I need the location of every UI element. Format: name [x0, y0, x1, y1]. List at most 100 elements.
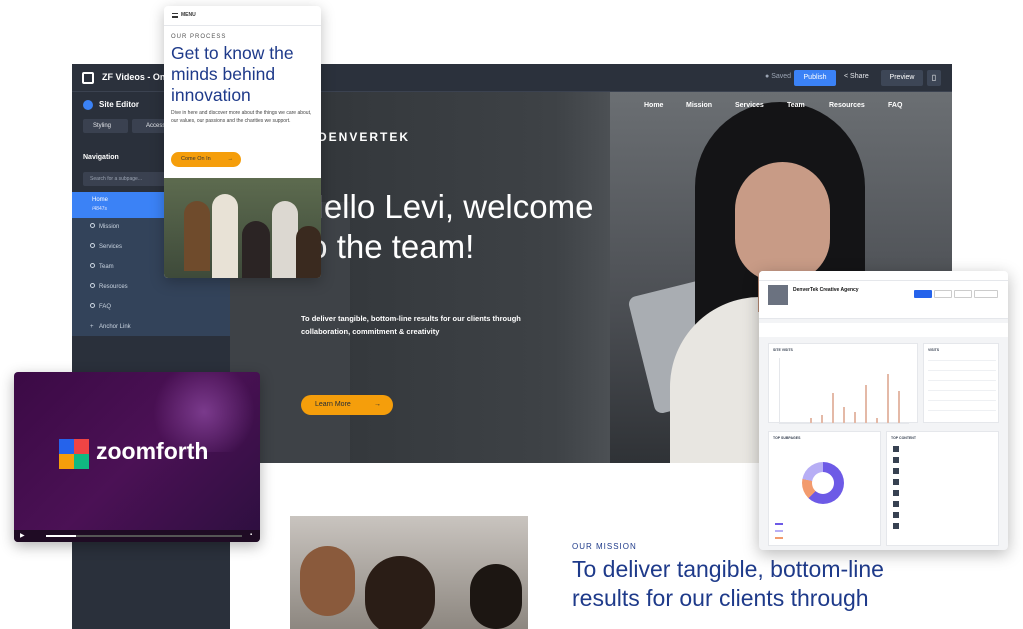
- zoomforth-logo-icon: [59, 439, 89, 469]
- hero-nav-mission[interactable]: Mission: [686, 102, 712, 109]
- site-editor-heading: Site Editor: [99, 100, 140, 109]
- mission-person-3: [470, 564, 522, 629]
- process-body: Dive in here and discover more about the…: [171, 110, 312, 124]
- card-title: VISITS: [928, 348, 940, 352]
- sidebar-item-resources[interactable]: Resources: [72, 278, 230, 298]
- sidebar-item-label: Mission: [99, 224, 120, 230]
- dashboard-filters: [759, 323, 1008, 337]
- tab-styling[interactable]: Styling: [83, 119, 128, 133]
- denvertek-logo: DENVERTEK: [318, 130, 411, 144]
- list-item[interactable]: [893, 523, 993, 531]
- top-subpages-card: TOP SUBPAGES: [768, 431, 881, 546]
- list-item[interactable]: [893, 457, 993, 465]
- dashboard-topbar: [759, 271, 1008, 281]
- play-icon[interactable]: ▶: [20, 532, 25, 539]
- visits-chart-bar: [898, 391, 900, 423]
- visits-chart: [779, 358, 909, 424]
- list-item[interactable]: [893, 468, 993, 476]
- subpages-donut-chart: [802, 462, 844, 504]
- sidebar-item-label: Home: [92, 197, 109, 203]
- sidebar-item-path: /4847s: [92, 206, 108, 212]
- share-button[interactable]: [934, 290, 952, 298]
- file-icon: [893, 479, 899, 485]
- publish-button[interactable]: Publish: [794, 70, 836, 86]
- visits-chart-bar: [876, 418, 878, 423]
- team-person: [296, 226, 321, 278]
- list-row: [928, 400, 996, 401]
- page-icon: [90, 303, 95, 308]
- preview-button[interactable]: Preview: [881, 70, 923, 86]
- hero-subtext: To deliver tangible, bottom-line results…: [301, 314, 521, 336]
- top-content-card: TOP CONTENT: [886, 431, 999, 546]
- sidebar-item-label: Anchor Link: [99, 324, 131, 330]
- saved-status: ● Saved: [765, 73, 792, 80]
- analytics-dashboard: DenverTek Creative Agency SITE VISITS VI…: [759, 271, 1008, 550]
- pencil-icon: [83, 100, 93, 110]
- logo-square: [74, 454, 89, 469]
- mission-person-1: [300, 546, 355, 616]
- list-item[interactable]: [893, 446, 993, 454]
- hero-nav-home[interactable]: Home: [644, 102, 663, 109]
- sidebar-item-faq[interactable]: FAQ: [72, 298, 230, 318]
- video-progress-fill: [46, 535, 76, 537]
- card-title: SITE VISITS: [773, 348, 793, 352]
- mobile-device-icon[interactable]: ▯: [927, 70, 941, 86]
- sidebar-item-anchor-link[interactable]: + Anchor Link: [72, 318, 230, 338]
- file-icon: [893, 512, 899, 518]
- visits-chart-bar: [887, 374, 889, 423]
- hero-nav-faq[interactable]: FAQ: [888, 102, 902, 109]
- legend-item: [775, 529, 786, 533]
- duplicate-button[interactable]: [974, 290, 998, 298]
- zoomforth-video-player[interactable]: zoomforth ▶ ▪: [14, 372, 260, 542]
- come-on-in-label: Come On In: [181, 156, 211, 162]
- hero-nav-resources[interactable]: Resources: [829, 102, 865, 109]
- menu-label[interactable]: MENU: [181, 12, 196, 18]
- view-button[interactable]: [954, 290, 972, 298]
- saved-label: Saved: [771, 73, 792, 80]
- zoomforth-wordmark: zoomforth: [96, 438, 209, 464]
- come-on-in-button[interactable]: Come On In →: [171, 152, 241, 167]
- file-icon: [893, 490, 899, 496]
- hamburger-icon[interactable]: [172, 13, 178, 18]
- team-person: [212, 194, 238, 278]
- card-title: TOP CONTENT: [891, 436, 916, 440]
- zf-logo-icon: [82, 72, 94, 84]
- page-icon: [90, 263, 95, 268]
- fullscreen-icon[interactable]: ▪: [250, 532, 252, 538]
- arrow-right-icon: →: [227, 156, 234, 162]
- file-icon: [893, 457, 899, 463]
- learn-more-button[interactable]: Learn More →: [301, 395, 393, 415]
- dashboard-tabs: [759, 311, 1008, 319]
- list-item[interactable]: [893, 512, 993, 520]
- logo-square: [59, 454, 74, 469]
- list-item[interactable]: [893, 501, 993, 509]
- list-row: [928, 360, 996, 361]
- edit-button[interactable]: [914, 290, 932, 298]
- file-icon: [893, 523, 899, 529]
- mission-headline: To deliver tangible, bottom-line results…: [572, 556, 884, 611]
- page-icon: [90, 223, 95, 228]
- visits-list-card: VISITS: [923, 343, 999, 423]
- list-item[interactable]: [893, 490, 993, 498]
- team-person: [242, 221, 270, 278]
- logo-square: [74, 439, 89, 454]
- visits-chart-bar: [865, 385, 867, 423]
- hero-nav-team[interactable]: Team: [787, 102, 805, 109]
- plus-icon: +: [90, 324, 94, 330]
- list-item[interactable]: [893, 479, 993, 487]
- sidebar-item-label: Services: [99, 244, 123, 250]
- list-row: [928, 370, 996, 371]
- legend-item: [775, 536, 786, 540]
- list-row: [928, 410, 996, 411]
- file-icon: [893, 468, 899, 474]
- file-icon: [893, 446, 899, 452]
- visits-chart-bar: [854, 412, 856, 423]
- process-overline: OUR PROCESS: [171, 34, 227, 40]
- mission-photo: [290, 516, 528, 629]
- share-button[interactable]: < Share: [844, 73, 869, 80]
- share-label: Share: [850, 73, 869, 80]
- list-row: [928, 380, 996, 381]
- legend-item: [775, 522, 786, 526]
- mission-label: OUR MISSION: [572, 542, 637, 551]
- hero-nav-services[interactable]: Services: [735, 102, 764, 109]
